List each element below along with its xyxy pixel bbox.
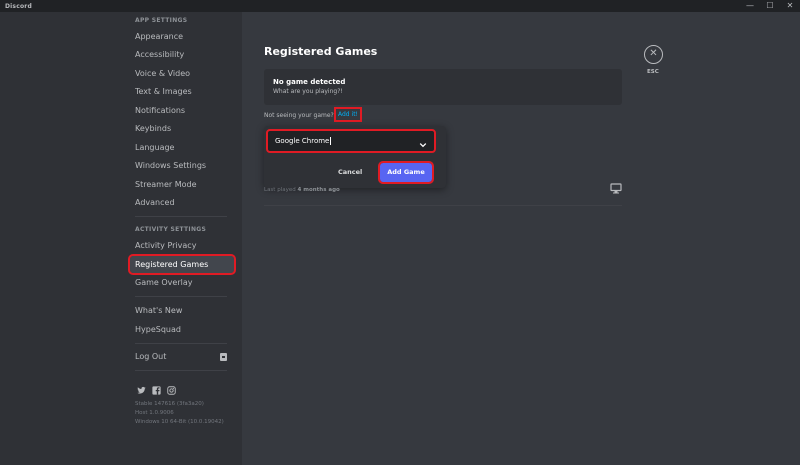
no-game-subtitle: What are you playing?! (273, 88, 343, 95)
game-select-dropdown[interactable]: Google Chrome (266, 129, 436, 153)
esc-label: ESC (647, 69, 659, 75)
social-links (137, 380, 176, 395)
sidebar-divider (135, 370, 227, 371)
last-played-label: Last played (264, 187, 296, 193)
not-seeing-game-text: Not seeing your game? (264, 112, 334, 119)
no-game-title: No game detected (273, 78, 346, 86)
activity-settings-header: ACTIVITY SETTINGS (135, 226, 207, 233)
selected-game: Google Chrome (275, 137, 330, 145)
add-game-popout: Google Chrome Cancel Add Game (264, 126, 446, 188)
version-os: Windows 10 64-Bit (10.0.19042) (135, 419, 224, 425)
maximize-button[interactable]: ☐ (760, 0, 780, 12)
title-bar: Discord — ☐ ✕ (0, 0, 800, 12)
minimize-button[interactable]: — (740, 0, 760, 12)
sidebar-item-windows-settings[interactable]: Windows Settings (130, 157, 234, 174)
sidebar-item-activity-privacy[interactable]: Activity Privacy (130, 237, 234, 254)
close-settings-button[interactable]: ✕ (644, 45, 663, 64)
sidebar-divider (135, 216, 227, 217)
add-game-button[interactable]: Add Game (378, 161, 434, 184)
sidebar-item-streamer-mode[interactable]: Streamer Mode (130, 176, 234, 193)
twitter-icon[interactable] (137, 380, 146, 394)
page-title: Registered Games (264, 45, 378, 58)
add-it-link[interactable]: Add it! (334, 107, 362, 122)
sidebar-item-keybinds[interactable]: Keybinds (130, 120, 234, 137)
facebook-icon[interactable] (152, 380, 161, 395)
logout-icon (220, 353, 227, 361)
sidebar-item-language[interactable]: Language (130, 139, 234, 156)
sidebar-item-game-overlay[interactable]: Game Overlay (130, 274, 234, 291)
sidebar-divider (135, 343, 227, 344)
sidebar-item-voice-video[interactable]: Voice & Video (130, 65, 234, 82)
window-controls: — ☐ ✕ (740, 0, 800, 12)
close-window-button[interactable]: ✕ (780, 0, 800, 12)
no-game-detected-card: No game detected What are you playing?! (264, 69, 622, 105)
game-list-divider (264, 205, 622, 206)
sidebar-item-text-images[interactable]: Text & Images (130, 83, 234, 100)
version-host: Host 1.0.9006 (135, 410, 174, 416)
version-build: Stable 147616 (3fa3a20) (135, 401, 204, 407)
last-played-text: Last played 4 months ago (264, 187, 340, 193)
sidebar-item-notifications[interactable]: Notifications (130, 102, 234, 119)
chevron-down-icon[interactable] (419, 137, 427, 148)
sidebar-item-registered-games[interactable]: Registered Games (128, 254, 236, 275)
instagram-icon[interactable] (167, 380, 176, 395)
app-title: Discord (5, 2, 32, 10)
sidebar-item-accessibility[interactable]: Accessibility (130, 46, 234, 63)
cancel-button[interactable]: Cancel (338, 168, 362, 176)
sidebar-item-advanced[interactable]: Advanced (130, 194, 234, 211)
app-settings-header: APP SETTINGS (135, 17, 188, 24)
sidebar-item-hypesquad[interactable]: HypeSquad (130, 321, 234, 338)
text-caret (330, 137, 332, 145)
monitor-icon[interactable] (610, 179, 622, 194)
sidebar-item-whats-new[interactable]: What's New (130, 302, 234, 319)
last-played-value: 4 months ago (297, 187, 340, 193)
sidebar-divider (135, 296, 227, 297)
sidebar-item-log-out[interactable]: Log Out (130, 348, 234, 365)
sidebar-item-appearance[interactable]: Appearance (130, 28, 234, 45)
